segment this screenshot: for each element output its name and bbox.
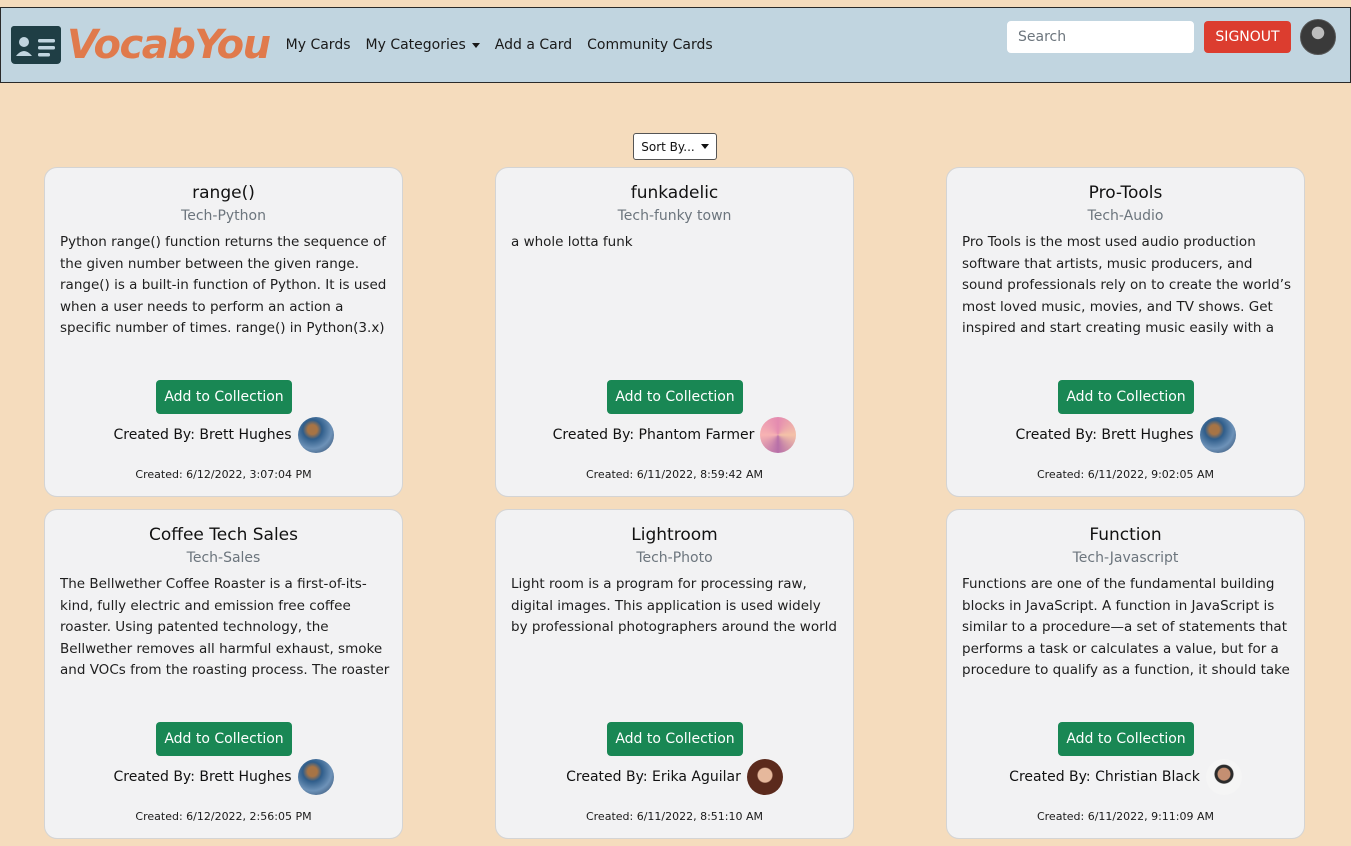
vocab-card: Coffee Tech Sales Tech-Sales The Bellwet… xyxy=(44,509,403,839)
vocab-card: funkadelic Tech-funky town a whole lotta… xyxy=(495,167,854,497)
creator-avatar[interactable] xyxy=(760,417,797,453)
creator-row: Created By: Erika Aguilar xyxy=(496,759,853,795)
card-description: Pro Tools is the most used audio product… xyxy=(962,234,1292,337)
creator-row: Created By: Brett Hughes xyxy=(947,417,1304,453)
card-title: Pro-Tools xyxy=(1088,183,1163,203)
caret-down-icon xyxy=(471,42,480,48)
vocab-card: Lightroom Tech-Photo Light room is a pro… xyxy=(495,509,854,839)
creator-row: Created By: Brett Hughes xyxy=(45,417,402,453)
id-card-icon xyxy=(11,26,61,64)
creator-name: Created By: Erika Aguilar xyxy=(566,769,741,785)
logo[interactable]: VocabYou xyxy=(11,22,271,68)
vocab-card: Function Tech-Javascript Functions are o… xyxy=(946,509,1305,839)
card-description: The Bellwether Coffee Roaster is a first… xyxy=(60,576,390,679)
add-to-collection-button[interactable]: Add to Collection xyxy=(156,722,292,756)
creator-avatar[interactable] xyxy=(1205,759,1242,795)
add-to-collection-button[interactable]: Add to Collection xyxy=(607,722,743,756)
created-date: Created: 6/12/2022, 3:07:04 PM xyxy=(135,468,312,481)
creator-avatar[interactable] xyxy=(1199,417,1236,453)
logo-text: VocabYou xyxy=(67,22,271,68)
nav-community-cards[interactable]: Community Cards xyxy=(587,37,713,53)
nav-my-categories-label: My Categories xyxy=(365,37,466,53)
nav-my-cards[interactable]: My Cards xyxy=(286,37,351,53)
created-date: Created: 6/11/2022, 9:02:05 AM xyxy=(1036,468,1215,481)
add-to-collection-button[interactable]: Add to Collection xyxy=(156,380,292,414)
card-title: funkadelic xyxy=(630,183,719,203)
caret-down-icon xyxy=(700,144,709,149)
creator-avatar[interactable] xyxy=(297,759,334,795)
card-title: range() xyxy=(192,183,255,203)
search-input[interactable] xyxy=(1007,21,1194,53)
card-category: Tech-Sales xyxy=(186,550,261,566)
card-title: Coffee Tech Sales xyxy=(148,525,299,545)
created-date: Created: 6/11/2022, 9:11:09 AM xyxy=(1036,810,1215,823)
signout-button[interactable]: SIGNOUT xyxy=(1204,21,1291,53)
creator-name: Created By: Christian Black xyxy=(1009,769,1200,785)
user-avatar[interactable] xyxy=(1300,19,1336,55)
creator-avatar[interactable] xyxy=(297,417,334,453)
nav-my-categories-dropdown[interactable]: My Categories xyxy=(366,37,480,53)
nav-links: My Cards My Categories Add a Card Commun… xyxy=(286,37,728,53)
card-category: Tech-funky town xyxy=(617,208,732,224)
add-to-collection-button[interactable]: Add to Collection xyxy=(1058,722,1194,756)
card-title: Function xyxy=(1089,525,1162,545)
card-title: Lightroom xyxy=(631,525,718,545)
add-to-collection-button[interactable]: Add to Collection xyxy=(607,380,743,414)
created-date: Created: 6/11/2022, 8:59:42 AM xyxy=(585,468,764,481)
add-to-collection-button[interactable]: Add to Collection xyxy=(1058,380,1194,414)
card-category: Tech-Photo xyxy=(636,550,713,566)
creator-name: Created By: Brett Hughes xyxy=(1015,427,1194,443)
creator-row: Created By: Brett Hughes xyxy=(45,759,402,795)
created-date: Created: 6/12/2022, 2:56:05 PM xyxy=(135,810,312,823)
creator-name: Created By: Phantom Farmer xyxy=(552,427,755,443)
sort-dropdown-button[interactable]: Sort By... xyxy=(633,133,717,160)
card-description: a whole lotta funk xyxy=(511,234,633,250)
nav-add-card[interactable]: Add a Card xyxy=(495,37,572,53)
card-description: Functions are one of the fundamental bui… xyxy=(962,576,1290,679)
card-category: Tech-Python xyxy=(181,208,266,224)
creator-row: Created By: Phantom Farmer xyxy=(496,417,853,453)
card-category: Tech-Audio xyxy=(1087,208,1164,224)
creator-name: Created By: Brett Hughes xyxy=(113,427,292,443)
creator-avatar[interactable] xyxy=(746,759,783,795)
creator-name: Created By: Brett Hughes xyxy=(113,769,292,785)
card-description: Light room is a program for processing r… xyxy=(511,576,837,636)
creator-row: Created By: Christian Black xyxy=(947,759,1304,795)
sort-label: Sort By... xyxy=(641,139,695,154)
card-category: Tech-Javascript xyxy=(1072,550,1179,566)
created-date: Created: 6/11/2022, 8:51:10 AM xyxy=(585,810,764,823)
vocab-card: Pro-Tools Tech-Audio Pro Tools is the mo… xyxy=(946,167,1305,497)
vocab-card: range() Tech-Python Python range() funct… xyxy=(44,167,403,497)
card-description: Python range() function returns the sequ… xyxy=(60,234,387,337)
